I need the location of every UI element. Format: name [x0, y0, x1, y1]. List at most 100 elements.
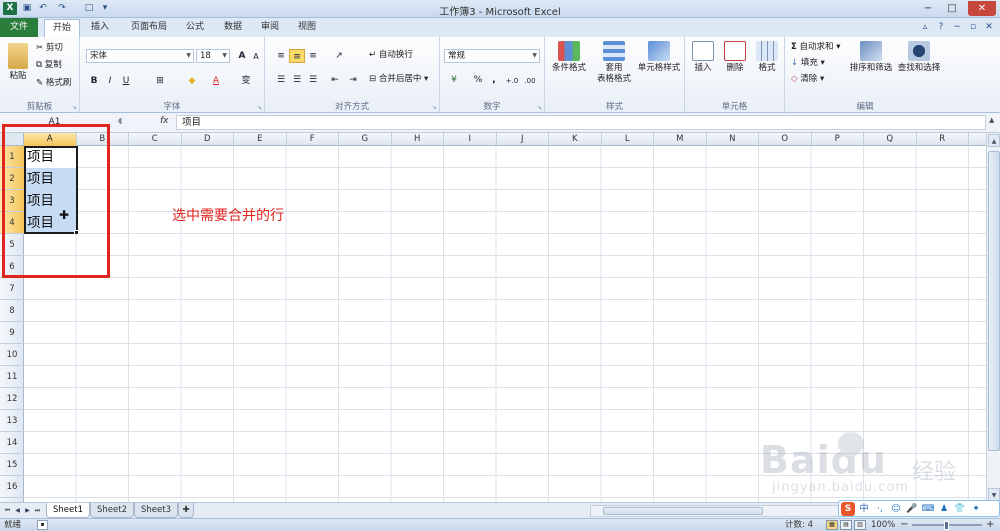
wrap-text-button[interactable]: ↵ 自动换行	[369, 49, 413, 62]
sogou-s-icon[interactable]: S	[841, 502, 855, 516]
format-painter-button[interactable]: ✎ 格式刷	[36, 77, 71, 90]
align-center-icon[interactable]: ☰	[289, 73, 305, 87]
row-header-14[interactable]: 14	[0, 432, 24, 454]
row-header-8[interactable]: 8	[0, 300, 24, 322]
row-header-5[interactable]: 5	[0, 234, 24, 256]
row-header-12[interactable]: 12	[0, 388, 24, 410]
find-select-button[interactable]: 查找和选择	[895, 41, 943, 74]
microphone-icon[interactable]: 🎤	[905, 502, 919, 516]
merge-center-button[interactable]: ⊟ 合并后居中 ▾	[369, 73, 428, 86]
currency-icon[interactable]: ¥	[446, 73, 462, 87]
column-header-a[interactable]: A	[24, 133, 77, 146]
autosum-button[interactable]: Σ 自动求和 ▾	[791, 41, 841, 54]
delete-cells-button[interactable]: 删除	[719, 41, 751, 74]
zoom-out-icon[interactable]: −	[900, 519, 908, 531]
row-header-2[interactable]: 2	[0, 168, 24, 190]
format-cells-button[interactable]: 格式	[751, 41, 783, 74]
tab-formulas[interactable]: 公式	[180, 18, 210, 37]
column-header-c[interactable]: C	[129, 133, 182, 146]
comma-button[interactable]: ,	[486, 73, 502, 87]
tab-home[interactable]: 开始	[44, 19, 80, 38]
tools-icon[interactable]: ✦	[969, 502, 983, 516]
row-header-16[interactable]: 16	[0, 476, 24, 498]
column-header-e[interactable]: E	[234, 133, 287, 146]
vertical-scroll-thumb[interactable]	[988, 151, 1000, 451]
row-header-13[interactable]: 13	[0, 410, 24, 432]
normal-view-icon[interactable]: ▦	[826, 520, 838, 530]
prev-sheet-icon[interactable]: ◀	[13, 505, 22, 516]
column-header-m[interactable]: M	[654, 133, 707, 146]
column-header-b[interactable]: B	[77, 133, 129, 146]
minimize-icon[interactable]: −	[918, 1, 938, 16]
worksheet-grid[interactable]: 项目 项目 项目 项目	[24, 146, 986, 502]
fill-button[interactable]: ↓ 填充 ▾	[791, 57, 825, 70]
vertical-scrollbar[interactable]: ▲ ▼	[986, 133, 1000, 502]
cell-styles-button[interactable]: 单元格样式	[635, 41, 683, 74]
maximize-icon[interactable]: □	[942, 1, 962, 16]
increase-indent-icon[interactable]: ⇥	[345, 73, 361, 87]
page-break-view-icon[interactable]: ▥	[854, 520, 866, 530]
column-header-n[interactable]: N	[707, 133, 759, 146]
insert-sheet-icon[interactable]: ✚	[178, 503, 194, 518]
align-bottom-icon[interactable]: ≡	[305, 49, 321, 63]
percent-button[interactable]: %	[470, 73, 486, 87]
column-header-f[interactable]: F	[287, 133, 339, 146]
column-header-q[interactable]: Q	[864, 133, 917, 146]
column-header-h[interactable]: H	[392, 133, 444, 146]
doc-minimize-icon[interactable]: −	[951, 21, 963, 33]
page-layout-view-icon[interactable]: ▤	[840, 520, 852, 530]
help-icon[interactable]: ?	[935, 21, 947, 33]
sheet-tab-2[interactable]: Sheet2	[90, 503, 134, 518]
fill-color-icon[interactable]: ◆	[184, 74, 200, 88]
ime-chinese-mode[interactable]: 中	[857, 502, 871, 516]
select-all-corner[interactable]	[0, 133, 24, 146]
borders-icon[interactable]: ⊞	[152, 74, 168, 88]
row-header-3[interactable]: 3	[0, 190, 24, 212]
align-left-icon[interactable]: ☰	[273, 73, 289, 87]
font-size-select[interactable]: 18 ▼	[196, 49, 230, 63]
decrease-decimal-button[interactable]: .00	[522, 74, 538, 88]
tab-review[interactable]: 审阅	[255, 18, 285, 37]
increase-decimal-button[interactable]: +.0	[504, 74, 520, 88]
number-launcher-icon[interactable]: ↘	[537, 104, 542, 111]
clipboard-launcher-icon[interactable]: ↘	[72, 104, 77, 111]
row-header-11[interactable]: 11	[0, 366, 24, 388]
paste-button[interactable]: 粘贴	[4, 43, 32, 82]
sort-filter-button[interactable]: 排序和筛选	[847, 41, 895, 74]
cell-a1[interactable]: 项目	[24, 146, 77, 168]
orientation-icon[interactable]: ↗	[331, 49, 347, 63]
formula-input[interactable]: 项目	[176, 115, 986, 130]
font-launcher-icon[interactable]: ↘	[257, 104, 262, 111]
user-icon[interactable]: ♟	[937, 502, 951, 516]
sheet-tab-1[interactable]: Sheet1	[46, 503, 90, 518]
tab-insert[interactable]: 插入	[84, 18, 116, 37]
tab-page-layout[interactable]: 页面布局	[124, 18, 174, 37]
phonetic-button[interactable]: 变	[238, 74, 254, 88]
conditional-format-button[interactable]: 条件格式	[549, 41, 589, 74]
tab-file[interactable]: 文件	[0, 18, 38, 37]
column-header-p[interactable]: P	[812, 133, 864, 146]
cut-button[interactable]: ✂ 剪切	[36, 42, 63, 55]
last-sheet-icon[interactable]: ⏭	[33, 505, 42, 516]
format-as-table-button[interactable]: 套用 表格格式	[591, 41, 637, 85]
bold-button[interactable]: B	[86, 74, 102, 88]
font-color-button[interactable]: A	[208, 74, 224, 88]
column-header-k[interactable]: K	[549, 133, 602, 146]
insert-cells-button[interactable]: 插入	[687, 41, 719, 74]
expand-formula-icon[interactable]: ▲	[989, 116, 994, 124]
shirt-icon[interactable]: 👕	[953, 502, 967, 516]
number-format-select[interactable]: 常规 ▼	[444, 49, 540, 63]
column-header-o[interactable]: O	[759, 133, 812, 146]
column-header-i[interactable]: I	[444, 133, 497, 146]
close-icon[interactable]: ✕	[968, 1, 996, 16]
tab-data[interactable]: 数据	[218, 18, 248, 37]
insert-function-icon[interactable]: fx	[160, 116, 169, 126]
column-header-j[interactable]: J	[497, 133, 549, 146]
emoji-icon[interactable]: ☺	[889, 502, 903, 516]
column-header-g[interactable]: G	[339, 133, 392, 146]
align-middle-icon[interactable]: ≡	[289, 49, 305, 63]
punctuation-icon[interactable]: ·,	[873, 502, 887, 516]
scroll-up-icon[interactable]: ▲	[988, 134, 1000, 147]
row-header-1[interactable]: 1	[0, 146, 24, 168]
shrink-font-button[interactable]: A	[248, 50, 264, 64]
